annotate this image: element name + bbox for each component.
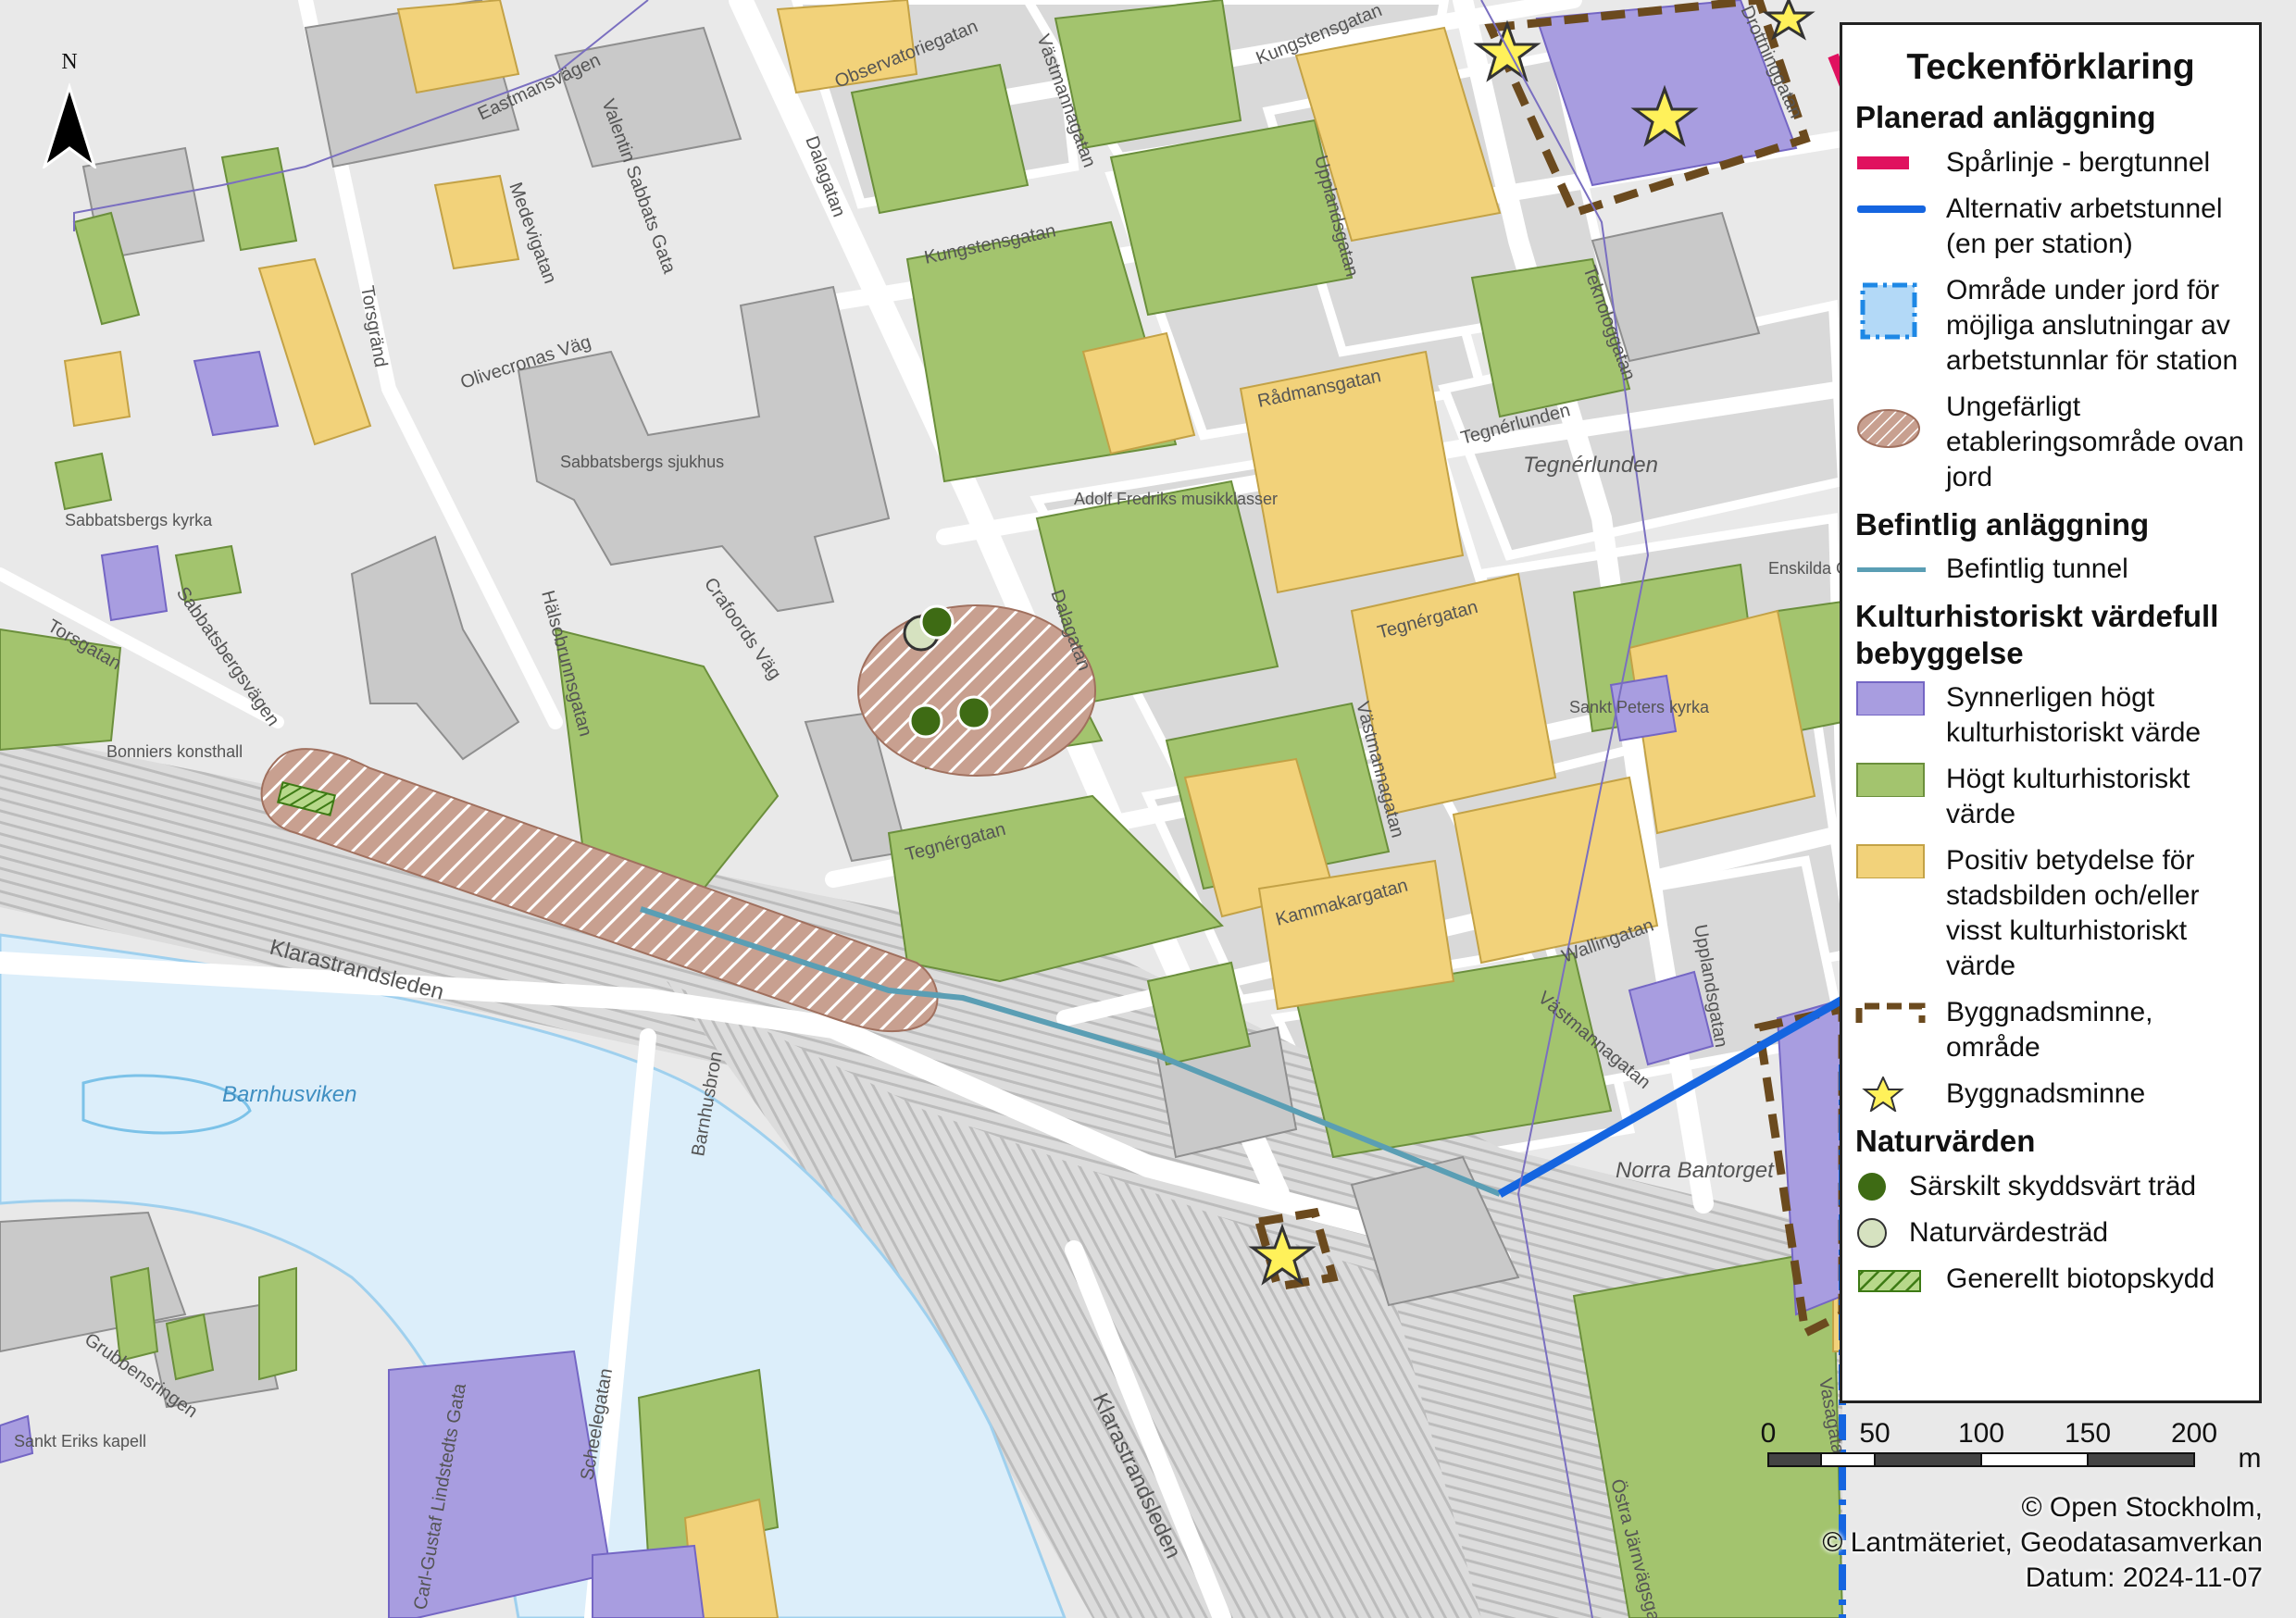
scale-tick-label: 100 (1958, 1418, 2004, 1449)
blue-dashed-square-icon (1855, 273, 1939, 347)
green-box-icon (1855, 762, 1939, 798)
legend-label: Ungefärligt etableringsområde ovan jord (1946, 391, 2244, 492)
protected-tree-marker (956, 695, 992, 730)
legend-item: Byggnadsminne (1855, 1077, 2246, 1113)
legend-item: Byggnadsminne, område (1855, 995, 2246, 1065)
scale-segment (1767, 1452, 1822, 1467)
legend-label: Positiv betydelse för stadsbilden och/el… (1946, 845, 2200, 982)
tree-dot-icon (1855, 1169, 1902, 1204)
place-label: Norra Bantorget (1616, 1158, 1775, 1183)
legend-item: Befintlig tunnel (1855, 552, 2246, 587)
establishment-area-hospital (857, 604, 1096, 777)
legend-label: Alternativ arbetstunnel (en per station) (1946, 193, 2223, 259)
scale-tick-label: 50 (1859, 1418, 1890, 1449)
place-label: Sabbatsbergs sjukhus (560, 453, 724, 471)
legend-item: Synnerligen högt kulturhistoriskt värde (1855, 680, 2246, 751)
scale-segment (2087, 1452, 2195, 1467)
legend-label: Byggnadsminne, område (1946, 997, 2153, 1064)
legend-heading: Befintlig anläggning (1855, 506, 2150, 541)
magenta-line-icon (1855, 145, 1939, 180)
blue-line-icon (1855, 192, 1939, 227)
purple-box-icon (1855, 680, 1939, 716)
place-label: Bonniers konsthall (106, 742, 243, 761)
brown-dashed-line-icon (1855, 995, 1939, 1030)
credit-line: Datum: 2024-11-07 (2025, 1562, 2263, 1593)
north-arrow-icon (42, 81, 97, 170)
legend-label: Område under jord för möjliga anslutning… (1946, 274, 2239, 376)
legend-item: Generellt biotopskydd (1855, 1262, 2246, 1297)
legend-label: Särskilt skyddsvärt träd (1909, 1170, 2197, 1201)
place-label: Tegnérlunden (1523, 453, 1658, 478)
legend-item: Område under jord för möjliga anslutning… (1855, 273, 2246, 379)
legend-heading: Kulturhistoriskt värdefull bebyggelse (1855, 599, 2219, 670)
scale-bar: 0 50 100 150 200 m (1759, 1416, 2277, 1481)
place-label: Sankt Eriks kapell (14, 1432, 146, 1450)
legend-label: Naturvärdesträd (1909, 1216, 2109, 1248)
scale-segment (1874, 1452, 1982, 1467)
protected-tree-marker (908, 703, 943, 739)
green-hatch-box-icon (1855, 1262, 1939, 1297)
legend-item: Särskilt skyddsvärt träd (1855, 1169, 2246, 1204)
scale-tick-label: 0 (1761, 1418, 1777, 1449)
scale-segment (1820, 1452, 1876, 1467)
legend-item: Naturvärdesträd (1855, 1215, 2246, 1251)
legend-label: Spårlinje - bergtunnel (1946, 146, 2211, 178)
hatched-ellipse-icon (1855, 390, 1939, 464)
star-icon (1855, 1077, 1939, 1113)
scale-tick-label: 200 (2171, 1418, 2217, 1449)
legend-title: Teckenförklaring (1906, 47, 2195, 87)
legend-panel: Teckenförklaring Planerad anläggning Spå… (1840, 22, 2262, 1403)
legend-item: Alternativ arbetstunnel (en per station) (1855, 192, 2246, 262)
legend-label: Generellt biotopskydd (1946, 1263, 2215, 1294)
legend-label: Byggnadsminne (1946, 1078, 2146, 1110)
legend-label: Högt kulturhistoriskt värde (1946, 764, 2190, 830)
legend-label: Synnerligen högt kulturhistoriskt värde (1946, 682, 2202, 749)
place-label: Sankt Peters kyrka (1569, 698, 1710, 716)
legend-item: Ungefärligt etableringsområde ovan jord (1855, 390, 2246, 495)
place-label: Sabbatsbergs kyrka (65, 511, 213, 529)
scale-unit: m (2239, 1443, 2262, 1474)
credit-line: © Open Stockholm, (2021, 1492, 2263, 1523)
legend-item: Positiv betydelse för stadsbilden och/el… (1855, 843, 2246, 984)
yellow-box-icon (1855, 843, 1939, 879)
legend-heading: Planerad anläggning (1855, 100, 2156, 134)
place-label: Barnhusviken (222, 1082, 356, 1107)
place-label: Adolf Fredriks musikklasser (1074, 490, 1278, 508)
north-label: N (61, 50, 77, 74)
legend-item: Spårlinje - bergtunnel (1855, 145, 2246, 180)
legend-heading: Naturvärden (1855, 1124, 2036, 1159)
map-credits: © Open Stockholm, © Lantmäteriet, Geodat… (1822, 1490, 2263, 1596)
legend-item: Högt kulturhistoriskt värde (1855, 762, 2246, 832)
nature-tree-dot-icon (1855, 1215, 1902, 1251)
scale-segment (1980, 1452, 2089, 1467)
north-arrow: N (37, 48, 102, 170)
protected-tree-marker (919, 604, 955, 640)
credit-line: © Lantmäteriet, Geodatasamverkan (1822, 1527, 2263, 1558)
legend-label: Befintlig tunnel (1946, 554, 2128, 585)
teal-line-icon (1855, 552, 1939, 587)
scale-tick-label: 150 (2065, 1418, 2111, 1449)
